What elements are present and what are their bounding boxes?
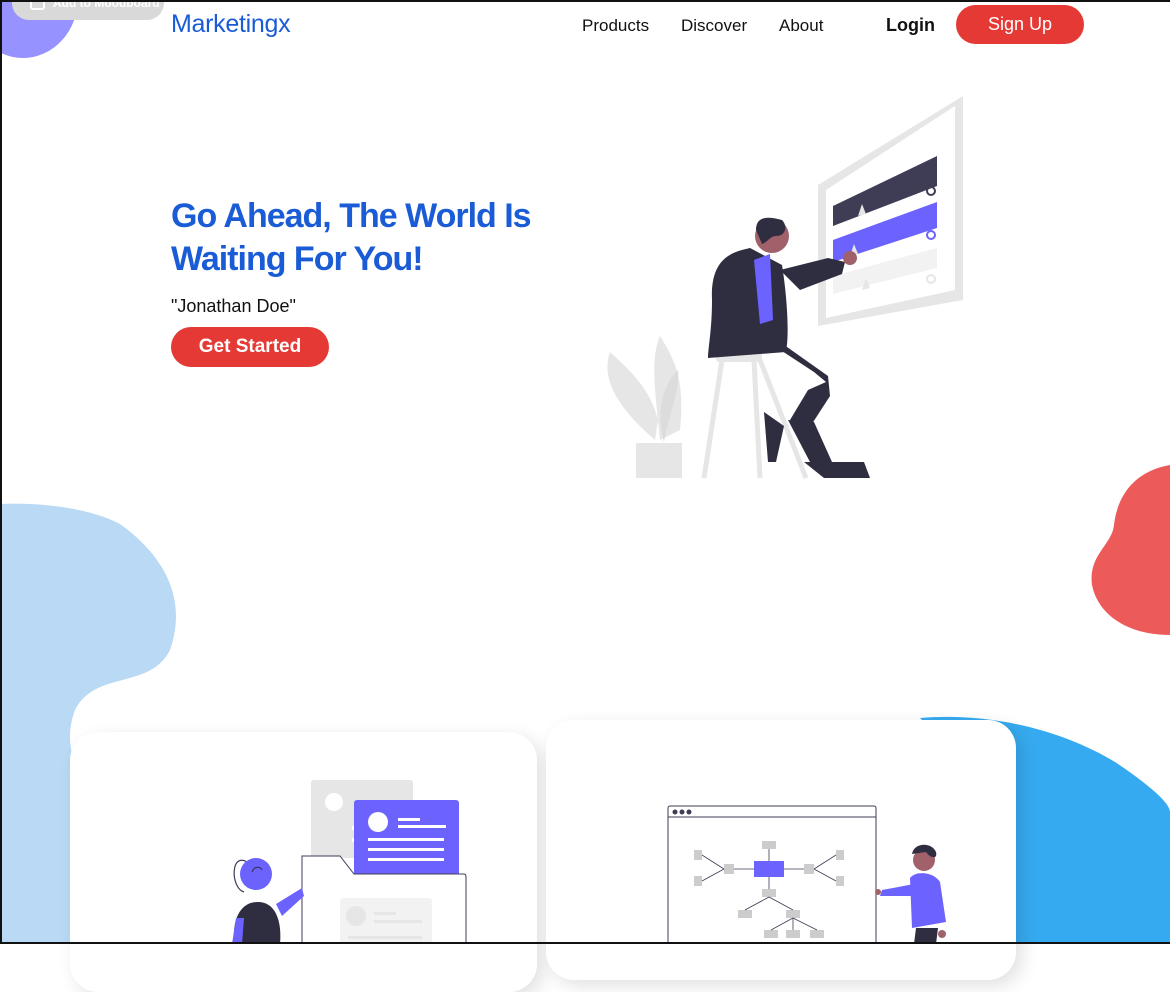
add-to-moodboard-button[interactable]: Add to Moodboard <box>12 0 164 20</box>
login-link[interactable]: Login <box>886 15 935 36</box>
hero-title: Go Ahead, The World Is Waiting For You! <box>171 197 532 278</box>
get-started-button[interactable]: Get Started <box>171 327 329 367</box>
nav-products[interactable]: Products <box>582 16 649 36</box>
sign-up-button[interactable]: Sign Up <box>956 5 1084 44</box>
files-illustration <box>232 780 467 944</box>
hero-quote: "Jonathan Doe" <box>171 296 296 316</box>
logo[interactable]: Marketingx <box>171 10 291 39</box>
nav-discover[interactable]: Discover <box>681 16 747 36</box>
hero-illustration <box>607 96 963 479</box>
nav-about[interactable]: About <box>779 16 823 36</box>
red-blob <box>1091 465 1170 635</box>
flowchart-illustration <box>667 805 946 944</box>
moodboard-label: Add to Moodboard <box>53 0 160 10</box>
shopping-bag-icon <box>30 0 45 10</box>
